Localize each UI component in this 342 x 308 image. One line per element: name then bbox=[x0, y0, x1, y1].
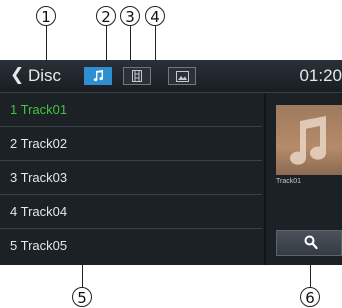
list-item[interactable]: 4 Track04 bbox=[0, 195, 262, 229]
track-label: 5 Track05 bbox=[10, 238, 68, 253]
tab-picture[interactable] bbox=[168, 67, 196, 85]
album-art bbox=[276, 105, 342, 175]
now-playing-caption: Track01 bbox=[276, 178, 302, 185]
music-note-icon bbox=[93, 70, 104, 82]
track-label: 3 Track03 bbox=[10, 170, 68, 185]
track-list: 1 Track01 2 Track02 3 Track03 4 Track04 … bbox=[0, 93, 262, 265]
callout-3: 3 bbox=[120, 6, 140, 26]
callout-1: 1 bbox=[36, 6, 56, 26]
back-icon[interactable]: ❮ bbox=[10, 65, 24, 85]
search-button[interactable] bbox=[276, 230, 342, 256]
panel-divider bbox=[264, 93, 266, 265]
list-item[interactable]: 5 Track05 bbox=[0, 229, 262, 263]
callout-4: 4 bbox=[145, 6, 165, 26]
list-item[interactable]: 2 Track02 bbox=[0, 127, 262, 161]
image-icon bbox=[175, 70, 189, 82]
top-bar: ❮ Disc 01:20 bbox=[0, 60, 342, 93]
clock: 01:20 bbox=[299, 66, 342, 85]
callout-5: 5 bbox=[72, 287, 92, 307]
callout-2: 2 bbox=[96, 6, 116, 26]
list-item[interactable]: 1 Track01 bbox=[0, 93, 262, 127]
track-label: 4 Track04 bbox=[10, 204, 68, 219]
tab-music[interactable] bbox=[84, 67, 112, 85]
film-icon bbox=[132, 70, 142, 82]
callout-6: 6 bbox=[300, 287, 320, 307]
music-note-icon bbox=[290, 116, 327, 165]
track-label: 1 Track01 bbox=[10, 102, 68, 117]
media-player-screen: ❮ Disc 01:20 1 Track01 2 Track02 3 Track… bbox=[0, 60, 342, 265]
source-title[interactable]: Disc bbox=[28, 66, 61, 86]
list-item[interactable]: 3 Track03 bbox=[0, 161, 262, 195]
track-label: 2 Track02 bbox=[10, 136, 68, 151]
search-icon bbox=[304, 235, 318, 250]
tab-video[interactable] bbox=[123, 67, 151, 85]
